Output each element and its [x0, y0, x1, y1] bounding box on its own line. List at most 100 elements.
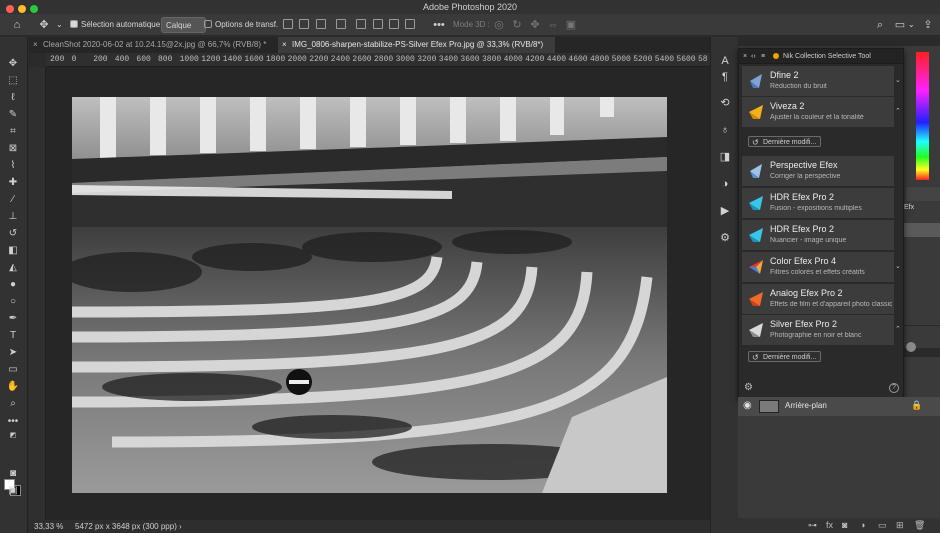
- chevron-down-icon[interactable]: ⌄: [895, 76, 903, 84]
- panel-menu-icon[interactable]: ≡: [761, 49, 765, 64]
- pen-tool-icon[interactable]: ✒: [4, 312, 22, 326]
- adjustments-panel-icon[interactable]: ◑: [717, 176, 733, 192]
- chevron-up-icon[interactable]: ⌃: [895, 107, 903, 115]
- properties-panel-icon[interactable]: ♁: [717, 122, 733, 138]
- move-tool-preset-icon[interactable]: ✥: [36, 17, 52, 33]
- nik-item-hdr-efex-toning[interactable]: HDR Efex Pro 2 Nuancier - image unique: [742, 220, 894, 250]
- analog-efex-icon: [749, 292, 763, 306]
- search-icon[interactable]: ⌕: [872, 17, 888, 33]
- close-tab-icon[interactable]: ×: [282, 37, 287, 53]
- move-tool-icon[interactable]: ✥: [4, 57, 22, 71]
- history-panel-icon[interactable]: ⟲: [717, 95, 733, 111]
- eye-icon[interactable]: ◉: [743, 400, 752, 411]
- align-middle-v-icon[interactable]: [356, 19, 366, 29]
- layer-mask-icon[interactable]: ◙: [842, 520, 847, 530]
- workspace-dropdown-arrow-icon[interactable]: ⌄: [908, 17, 915, 33]
- layer-thumbnail: [759, 400, 779, 413]
- align-bottom-icon[interactable]: [373, 19, 383, 29]
- align-top-icon[interactable]: [336, 19, 346, 29]
- screen-mode-icon[interactable]: ▣: [4, 484, 22, 498]
- home-icon[interactable]: ⌂: [9, 17, 25, 33]
- plugin-panel-icon[interactable]: ⚙: [717, 230, 733, 246]
- tab-cleanshot[interactable]: × CleanShot 2020-06-02 at 10.24.15@2x.jpg…: [29, 37, 276, 53]
- nik-item-silver-efex[interactable]: Silver Efex Pro 2 Photographie en noir e…: [742, 315, 894, 345]
- tab-img-0806[interactable]: × IMG_0806-sharpen-stabilize-PS-Silver Ef…: [278, 37, 555, 53]
- nik-item-color-efex[interactable]: Color Efex Pro 4 Filtres colorés et effe…: [742, 252, 894, 282]
- zoom-level[interactable]: 33,33 %: [34, 520, 63, 533]
- chevron-up-icon[interactable]: ⌃: [895, 325, 903, 333]
- align-center-h-icon[interactable]: [299, 19, 309, 29]
- type-tool-icon[interactable]: T: [4, 329, 22, 343]
- character-panel-icon[interactable]: A: [717, 53, 733, 69]
- lasso-tool-icon[interactable]: ℓ: [4, 91, 22, 105]
- distribute-bottom-icon[interactable]: [405, 19, 415, 29]
- history-brush-tool-icon[interactable]: ↺: [4, 227, 22, 241]
- gear-icon[interactable]: ⚙: [744, 382, 753, 393]
- silver-efex-history-button[interactable]: ↺ Dernière modifi...: [748, 351, 822, 362]
- distribute-top-icon[interactable]: [389, 19, 399, 29]
- document-image[interactable]: [72, 97, 667, 493]
- align-left-icon[interactable]: [283, 19, 293, 29]
- actions-panel-icon[interactable]: ▶: [717, 203, 733, 219]
- marquee-tool-icon[interactable]: ⬚: [4, 74, 22, 88]
- nik-item-analog-efex[interactable]: Analog Efex Pro 2 Effets de film et d'ap…: [742, 284, 894, 314]
- libraries-panel-icon[interactable]: ◨: [717, 149, 733, 165]
- link-layers-icon[interactable]: ⊶: [808, 520, 817, 531]
- close-panel-icon[interactable]: ×: [743, 49, 747, 64]
- nik-item-desc: Ajuster la couleur et la tonalité: [770, 114, 864, 121]
- dodge-tool-icon[interactable]: ○: [4, 295, 22, 309]
- dfine-icon: [750, 74, 762, 88]
- layer-style-icon[interactable]: fx: [826, 520, 833, 530]
- collapse-panel-icon[interactable]: ‹‹: [751, 49, 756, 64]
- transform-controls-checkbox[interactable]: Options de transf.: [204, 17, 278, 33]
- eraser-tool-icon[interactable]: ◧: [4, 244, 22, 258]
- hdr-efex-icon: [749, 228, 763, 242]
- paint-bucket-tool-icon[interactable]: ◭: [4, 261, 22, 275]
- frame-tool-icon[interactable]: ⊠: [4, 142, 22, 156]
- preset-dropdown-arrow-icon[interactable]: ⌄: [56, 17, 63, 33]
- chevron-down-icon[interactable]: ⌄: [895, 262, 903, 270]
- delete-layer-icon[interactable]: 🗑: [914, 520, 925, 531]
- align-right-icon[interactable]: [316, 19, 326, 29]
- adjustment-layer-icon[interactable]: ◑: [860, 520, 865, 530]
- status-menu-arrow[interactable]: ›: [179, 520, 182, 533]
- more-tools-icon[interactable]: •••: [4, 415, 22, 429]
- crop-tool-icon[interactable]: ⌗: [4, 125, 22, 139]
- nik-item-perspective-efex[interactable]: Perspective Efex Corriger la perspective: [742, 156, 894, 186]
- close-tab-icon[interactable]: ×: [33, 37, 38, 53]
- clone-stamp-tool-icon[interactable]: ⊥: [4, 210, 22, 224]
- ruler-tick-label: 1800: [266, 55, 286, 64]
- quick-select-tool-icon[interactable]: ✎: [4, 108, 22, 122]
- path-select-tool-icon[interactable]: ➤: [4, 346, 22, 360]
- eyedropper-tool-icon[interactable]: ⌇: [4, 159, 22, 173]
- share-icon[interactable]: ⇪: [920, 17, 936, 33]
- workspace-icon[interactable]: ▭: [892, 17, 908, 33]
- minimize-window-button[interactable]: [18, 5, 26, 13]
- silver-efex-icon: [749, 323, 763, 337]
- layer-row-background[interactable]: ◉ Arrière-plan 🔒: [738, 397, 940, 416]
- layer-filter-toggle[interactable]: [906, 342, 916, 352]
- color-hue-slider[interactable]: [916, 52, 929, 180]
- maximize-window-button[interactable]: [30, 5, 38, 13]
- nik-item-viveza[interactable]: Viveza 2 Ajuster la couleur et la tonali…: [742, 97, 894, 127]
- efx-panel-tab[interactable]: Efx: [904, 204, 914, 211]
- more-options-icon[interactable]: •••: [431, 17, 447, 33]
- paragraph-panel-icon[interactable]: ¶: [717, 69, 733, 85]
- nik-item-hdr-efex-merge[interactable]: HDR Efex Pro 2 Fusion - expositions mult…: [742, 188, 894, 218]
- auto-select-checkbox[interactable]: Sélection automatique :: [70, 17, 165, 33]
- healing-brush-tool-icon[interactable]: ✚: [4, 176, 22, 190]
- zoom-tool-icon[interactable]: ⌕: [4, 397, 22, 411]
- brush-tool-icon[interactable]: ∕: [4, 193, 22, 207]
- viveza-history-button[interactable]: ↺ Dernière modifi...: [748, 136, 822, 147]
- nik-item-dfine[interactable]: Dfine 2 Réduction du bruit: [742, 66, 894, 96]
- new-layer-icon[interactable]: ⊞: [896, 520, 904, 531]
- auto-select-target-select[interactable]: Calque: [161, 17, 207, 33]
- default-colors-icon[interactable]: ◩: [4, 429, 22, 443]
- new-group-icon[interactable]: ▭: [878, 520, 887, 531]
- help-icon[interactable]: ?: [889, 383, 899, 393]
- hand-tool-icon[interactable]: ✋: [4, 380, 22, 394]
- blur-tool-icon[interactable]: ●: [4, 278, 22, 292]
- rectangle-tool-icon[interactable]: ▭: [4, 363, 22, 377]
- close-window-button[interactable]: [6, 5, 14, 13]
- quick-mask-icon[interactable]: ◙: [4, 467, 22, 481]
